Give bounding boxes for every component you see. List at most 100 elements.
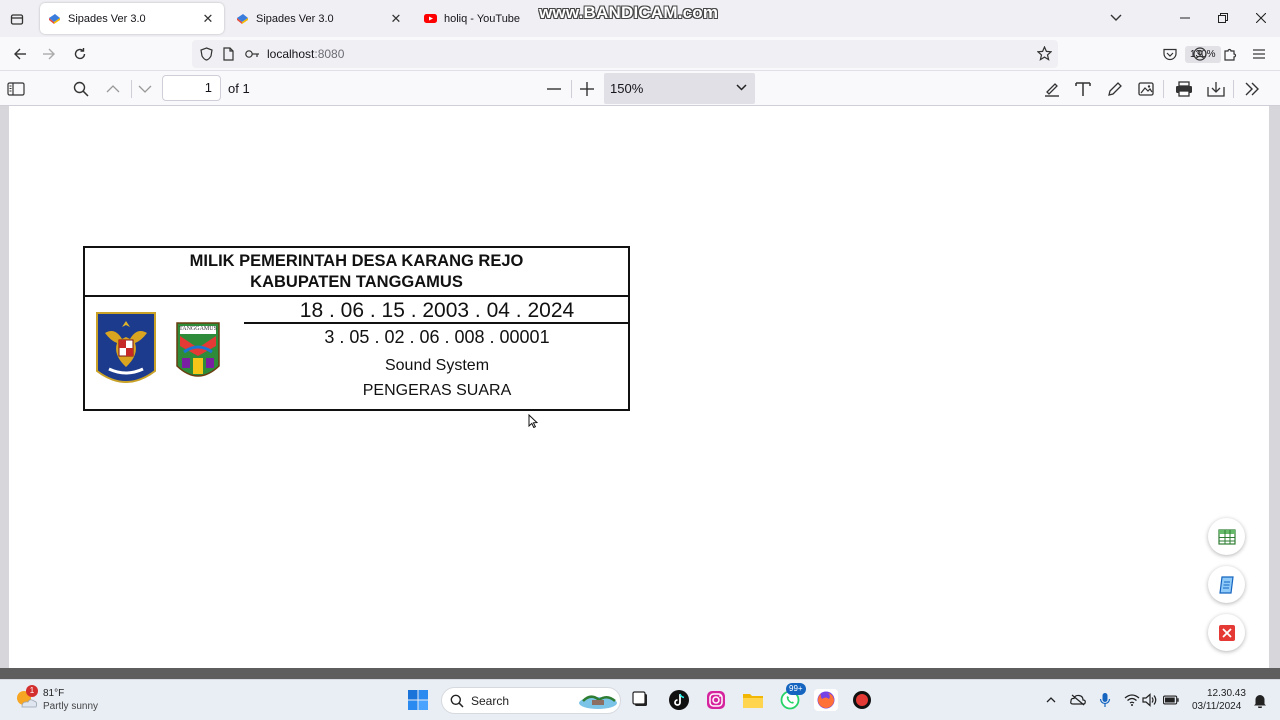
search-icon (450, 694, 464, 708)
firefox-button[interactable] (814, 689, 838, 711)
reload-button[interactable] (69, 43, 91, 65)
zoom-out-button[interactable] (542, 77, 566, 101)
regency-logo-banner: TANGGAMUS (179, 326, 217, 332)
minimize-icon (1180, 17, 1190, 19)
label-owner: MILIK PEMERINTAH DESA KARANG REJO (189, 252, 524, 270)
url-text[interactable]: localhost:8080 (267, 47, 344, 61)
back-button[interactable] (9, 43, 31, 65)
instagram-icon (707, 691, 725, 709)
close-fab-button[interactable] (1208, 614, 1245, 651)
whatsapp-badge: 99+ (786, 683, 806, 695)
close-icon (1218, 624, 1235, 641)
highlight-button[interactable] (1040, 77, 1064, 101)
close-window-button[interactable] (1251, 9, 1271, 27)
page-count-label: of 1 (228, 81, 250, 96)
chevron-down-icon (138, 85, 152, 93)
task-view-button[interactable] (630, 689, 652, 711)
toolbar-divider (1233, 80, 1234, 98)
onedrive-button[interactable] (1070, 692, 1086, 708)
next-page-button[interactable] (133, 77, 157, 101)
key-icon[interactable] (245, 49, 260, 59)
weather-badge: 1 (26, 685, 38, 697)
show-hidden-icons-button[interactable] (1043, 692, 1059, 708)
bell-icon (1254, 694, 1266, 708)
find-button[interactable] (69, 77, 93, 101)
page-icon[interactable] (223, 47, 234, 61)
add-text-button[interactable] (1071, 77, 1095, 101)
microphone-button[interactable] (1097, 692, 1113, 708)
instagram-button[interactable] (705, 689, 727, 711)
start-button[interactable] (407, 689, 429, 711)
tools-menu-button[interactable] (1240, 77, 1264, 101)
toolbar-divider (1163, 80, 1164, 98)
item-name-local: PENGERAS SUARA (362, 382, 512, 399)
tab-sipades-2[interactable]: Sipades Ver 3.0 ✕ (228, 3, 412, 34)
bookmark-star-icon[interactable] (1037, 46, 1052, 61)
spreadsheet-fab-button[interactable] (1208, 518, 1245, 555)
restore-button[interactable] (1213, 9, 1233, 27)
document-fab-button[interactable] (1208, 566, 1245, 603)
battery-icon (1163, 695, 1179, 705)
app-menu-button[interactable] (1248, 43, 1270, 65)
plus-icon (580, 82, 594, 96)
file-explorer-button[interactable] (742, 689, 764, 711)
zoom-select-value: 150% (610, 81, 644, 96)
highlighter-icon (1045, 83, 1059, 97)
arrow-right-icon (43, 48, 55, 60)
print-button[interactable] (1172, 77, 1196, 101)
location-code: 18 . 06 . 15 . 2003 . 04 . 2024 (244, 297, 630, 324)
folder-icon (743, 694, 763, 708)
save-button[interactable] (1204, 77, 1228, 101)
pdf-toolbar: 1 of 1 150% (0, 71, 1280, 106)
sidebar-icon (7, 82, 25, 96)
tab-sipades-1[interactable]: Sipades Ver 3.0 ✕ (40, 3, 224, 34)
wifi-icon (1124, 694, 1140, 706)
windows-taskbar: 1 81°F Partly sunny Search 99+ 12.30.43 … (0, 679, 1280, 720)
draw-button[interactable] (1103, 77, 1127, 101)
wifi-button[interactable] (1124, 692, 1140, 708)
minimize-button[interactable] (1175, 9, 1195, 27)
page-number-input[interactable]: 1 (162, 75, 221, 101)
minus-icon (547, 88, 561, 90)
weather-widget[interactable]: 1 (14, 685, 40, 713)
weather-description[interactable]: Partly sunny (43, 701, 98, 712)
weather-temperature[interactable]: 81°F (43, 688, 64, 699)
url-host: localhost (267, 47, 315, 61)
shield-icon[interactable] (200, 47, 213, 61)
reload-icon (74, 48, 86, 60)
zoom-select[interactable]: 150% (604, 73, 755, 104)
tab-list-button[interactable] (6, 8, 28, 30)
account-button[interactable] (1189, 43, 1211, 65)
tiktok-button[interactable] (668, 689, 690, 711)
close-tab-icon[interactable]: ✕ (200, 11, 216, 27)
bandicam-button[interactable] (851, 689, 873, 711)
extensions-button[interactable] (1219, 43, 1241, 65)
record-icon (853, 691, 871, 709)
url-port: :8080 (314, 47, 345, 61)
address-bar[interactable]: localhost:8080 130% (192, 40, 1221, 68)
navigation-toolbar: localhost:8080 130% (0, 37, 1280, 71)
battery-button[interactable] (1163, 692, 1179, 708)
taskbar-clock-date[interactable]: 03/11/2024 (1192, 701, 1241, 712)
taskbar-search-box[interactable]: Search (441, 687, 621, 714)
notifications-button[interactable] (1252, 692, 1268, 708)
previous-page-button[interactable] (101, 77, 125, 101)
puzzle-icon (1224, 48, 1237, 61)
list-all-tabs-button[interactable] (1106, 9, 1126, 27)
close-tab-icon[interactable]: ✕ (388, 11, 404, 27)
toggle-sidebar-button[interactable] (4, 77, 28, 101)
pdf-viewer[interactable]: MILIK PEMERINTAH DESA KARANG REJO KABUPA… (0, 106, 1280, 668)
sipades-favicon-icon (49, 14, 60, 24)
pdf-page[interactable]: MILIK PEMERINTAH DESA KARANG REJO KABUPA… (9, 106, 1269, 668)
pocket-button[interactable] (1159, 43, 1181, 65)
add-image-button[interactable] (1134, 77, 1158, 101)
taskbar-clock-time[interactable]: 12.30.43 (1207, 688, 1246, 699)
youtube-favicon-icon (424, 14, 437, 23)
forward-button[interactable] (38, 43, 60, 65)
whatsapp-button[interactable]: 99+ (779, 683, 806, 711)
speaker-icon (1142, 693, 1157, 707)
zoom-in-button[interactable] (575, 77, 599, 101)
item-name: Sound System (384, 357, 490, 374)
volume-button[interactable] (1142, 692, 1158, 708)
arrow-left-icon (14, 48, 26, 60)
